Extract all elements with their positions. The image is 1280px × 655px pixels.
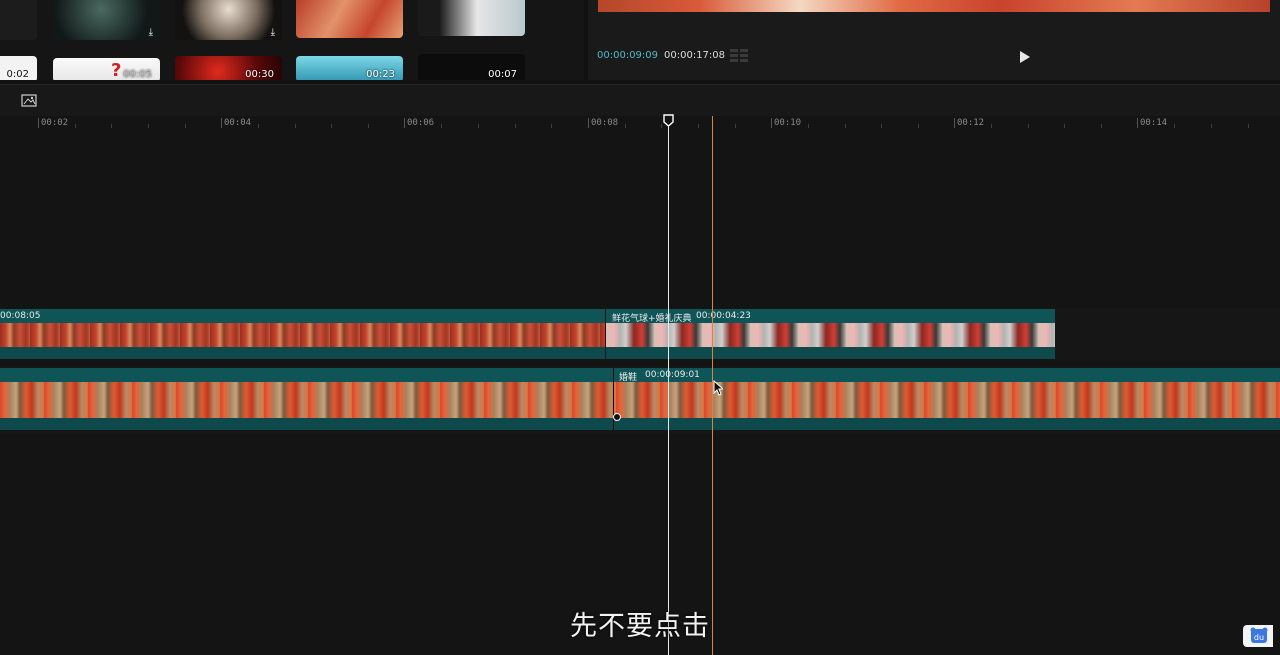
video-subtitle: 先不要点击 — [0, 604, 1280, 643]
ruler-minor-tick — [1028, 124, 1029, 128]
preview-panel: 00:00:09:09 00:00:17:08 — [588, 0, 1280, 80]
ruler-minor-tick — [331, 124, 332, 128]
media-thumb-water[interactable]: 00:23 — [296, 56, 403, 80]
ruler-label: 00:04 — [224, 118, 251, 128]
ruler-minor-tick — [1174, 124, 1175, 128]
ruler-minor-tick — [918, 124, 919, 128]
bear-icon: du — [1243, 625, 1273, 647]
ruler-minor-tick — [1211, 124, 1212, 128]
ruler-minor-tick — [1248, 124, 1249, 128]
floating-assistant-badge[interactable]: du — [1243, 625, 1273, 647]
ruler-minor-tick — [515, 124, 516, 128]
overlay-clip-b-filmstrip[interactable] — [606, 323, 1055, 347]
main-clip-duration: 00:00:09:01 — [645, 370, 700, 380]
ruler-tick — [404, 118, 405, 128]
mouse-cursor-icon — [713, 380, 723, 396]
ruler-minor-tick — [441, 124, 442, 128]
ruler-minor-tick — [881, 124, 882, 128]
overlay-clip-b-duration: 00:00:04:23 — [696, 311, 751, 321]
grid-layout-icon[interactable] — [730, 49, 748, 63]
ruler-minor-tick — [1101, 124, 1102, 128]
thumb-duration: 00:05 — [123, 69, 152, 80]
ruler-minor-tick — [1064, 124, 1065, 128]
total-duration: 00:00:17:08 — [664, 50, 725, 61]
current-time: 00:00:09:09 — [597, 50, 658, 61]
overlay-clip-a-duration: 00:08:05 — [0, 311, 40, 321]
thumb-duration: 0:02 — [7, 69, 29, 80]
ruler-minor-tick — [698, 124, 699, 128]
main-clip-footer — [0, 418, 1280, 430]
media-thumb-explosion-smoke[interactable]: ⤓ — [175, 0, 282, 40]
ruler-label: 00:10 — [774, 118, 801, 128]
ruler-minor-tick — [808, 124, 809, 128]
clip-split-boundary — [613, 368, 614, 430]
overlay-clip-a-footer — [0, 347, 605, 359]
ruler-label: 00:14 — [1140, 118, 1167, 128]
playhead-line[interactable] — [668, 120, 669, 655]
ruler-label: 00:08 — [591, 118, 618, 128]
media-thumb-partial-left[interactable] — [0, 0, 37, 40]
keyframe-marker[interactable] — [613, 413, 621, 421]
download-icon[interactable]: ⤓ — [149, 27, 153, 38]
media-thumb-dark-smoke[interactable]: ⤓ — [53, 0, 160, 40]
ruler-minor-tick — [845, 124, 846, 128]
ruler-minor-tick — [735, 124, 736, 128]
media-thumb-black[interactable]: 00:07 — [418, 54, 525, 80]
ruler-label: 00:06 — [407, 118, 434, 128]
overlay-clip-b-footer — [606, 347, 1055, 359]
thumb-duration: 00:23 — [366, 69, 395, 80]
preview-video-frame — [598, 0, 1270, 12]
media-thumb-question[interactable]: 0:02 — [0, 56, 37, 80]
ruler-minor-tick — [478, 124, 479, 128]
play-button[interactable] — [1018, 49, 1032, 65]
ruler-tick — [1137, 118, 1138, 128]
ruler-minor-tick — [185, 124, 186, 128]
download-icon[interactable]: ⤓ — [271, 27, 275, 38]
screenshot-tool-icon[interactable] — [21, 93, 37, 109]
ruler-tick — [38, 118, 39, 128]
ruler-tick — [771, 118, 772, 128]
ruler-minor-tick — [991, 124, 992, 128]
overlay-clip-a-filmstrip[interactable] — [0, 323, 605, 347]
playhead-handle[interactable] — [663, 114, 674, 127]
ruler-tick — [954, 118, 955, 128]
thumb-duration: 00:07 — [488, 69, 517, 80]
media-thumb-red-shoes[interactable] — [296, 0, 403, 38]
question-mark-graphic: ? — [111, 60, 121, 80]
ruler-minor-tick — [368, 124, 369, 128]
ruler-label: 00:02 — [41, 118, 68, 128]
ruler-minor-tick — [661, 124, 662, 128]
ruler-tick — [221, 118, 222, 128]
overlay-clip-a-header[interactable] — [0, 309, 605, 323]
media-thumb-red-fire[interactable]: 00:30 — [175, 56, 282, 80]
ruler-minor-tick — [551, 124, 552, 128]
media-thumb-wedding-couple[interactable] — [418, 0, 525, 36]
ruler-label: 00:12 — [957, 118, 984, 128]
ruler-minor-tick — [111, 124, 112, 128]
main-clip-filmstrip[interactable] — [0, 382, 1280, 418]
ruler-minor-tick — [75, 124, 76, 128]
ruler-minor-tick — [258, 124, 259, 128]
timeline-toolbar — [0, 84, 1280, 119]
ruler-minor-tick — [295, 124, 296, 128]
media-thumb-character[interactable]: ? 00:05 — [53, 58, 160, 80]
svg-text:du: du — [1254, 633, 1264, 642]
main-clip-header[interactable] — [0, 368, 1280, 382]
ruler-tick — [588, 118, 589, 128]
thumb-duration: 00:30 — [245, 69, 274, 80]
ruler-minor-tick — [625, 124, 626, 128]
time-ruler[interactable] — [0, 116, 1280, 130]
ruler-minor-tick — [148, 124, 149, 128]
media-library-panel: ⤓ ⤓ 0:02 ? 00:05 00:30 00:23 00:07 — [0, 0, 584, 80]
